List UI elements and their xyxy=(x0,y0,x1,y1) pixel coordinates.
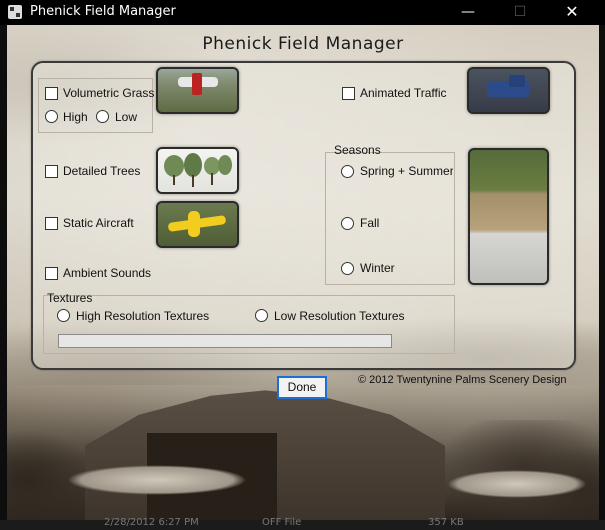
close-button[interactable]: ✕ xyxy=(549,0,595,25)
file-date: 2/28/2012 6:27 PM xyxy=(104,517,199,528)
trees-preview-image xyxy=(156,147,239,194)
volumetric-grass-label[interactable]: Volumetric Grass xyxy=(63,86,154,100)
minimize-button[interactable]: — xyxy=(445,0,491,25)
file-type: OFF File xyxy=(262,517,302,528)
background-file-row: 2/28/2012 6:27 PM OFF File 357 KB xyxy=(0,517,605,530)
ambient-sounds-label[interactable]: Ambient Sounds xyxy=(63,266,151,280)
parked-plane-image xyxy=(447,470,587,498)
static-aircraft-label[interactable]: Static Aircraft xyxy=(63,216,134,230)
season-winter-radio[interactable] xyxy=(341,262,354,275)
textures-high-radio[interactable] xyxy=(57,309,70,322)
season-spring-summer-label[interactable]: Spring + Summer xyxy=(360,164,453,178)
grass-low-radio[interactable] xyxy=(96,110,109,123)
title-bar[interactable]: Phenick Field Manager — ☐ ✕ xyxy=(0,0,605,25)
file-size: 357 KB xyxy=(428,517,464,528)
ambient-sounds-checkbox[interactable] xyxy=(45,267,58,280)
seasons-group-label: Seasons xyxy=(334,143,381,157)
grass-high-radio[interactable] xyxy=(45,110,58,123)
app-window: Phenick Field Manager — ☐ ✕ Phenick Fiel… xyxy=(0,0,605,520)
static-aircraft-preview-image xyxy=(156,201,239,248)
textures-group-label: Textures xyxy=(47,291,93,305)
static-aircraft-checkbox[interactable] xyxy=(45,217,58,230)
app-icon xyxy=(8,5,22,19)
window-title: Phenick Field Manager xyxy=(30,4,176,19)
season-winter-label[interactable]: Winter xyxy=(360,261,395,275)
app-heading: Phenick Field Manager xyxy=(202,34,404,54)
done-button[interactable]: Done xyxy=(277,376,327,399)
detailed-trees-label[interactable]: Detailed Trees xyxy=(63,164,140,178)
volumetric-grass-checkbox[interactable] xyxy=(45,87,58,100)
texture-progress-bar xyxy=(58,334,392,348)
grass-preview-image xyxy=(156,67,239,114)
textures-low-radio[interactable] xyxy=(255,309,268,322)
animated-traffic-checkbox[interactable] xyxy=(342,87,355,100)
maximize-button[interactable]: ☐ xyxy=(497,0,543,25)
grass-low-label[interactable]: Low xyxy=(115,110,137,124)
season-spring-summer-radio[interactable] xyxy=(341,165,354,178)
client-area: Phenick Field Manager Volumetric Grass H… xyxy=(7,25,599,520)
parked-plane-image xyxy=(67,465,247,495)
textures-high-label[interactable]: High Resolution Textures xyxy=(76,309,209,323)
season-fall-radio[interactable] xyxy=(341,217,354,230)
copyright-text: © 2012 Twentynine Palms Scenery Design xyxy=(358,374,567,386)
traffic-preview-image xyxy=(467,67,550,114)
grass-high-label[interactable]: High xyxy=(63,110,88,124)
season-spring-summer-option[interactable]: Spring + Summer xyxy=(341,164,453,180)
season-fall-label[interactable]: Fall xyxy=(360,216,379,230)
seasons-preview-image xyxy=(468,148,549,285)
textures-low-label[interactable]: Low Resolution Textures xyxy=(274,309,405,323)
detailed-trees-checkbox[interactable] xyxy=(45,165,58,178)
animated-traffic-label[interactable]: Animated Traffic xyxy=(360,86,446,100)
